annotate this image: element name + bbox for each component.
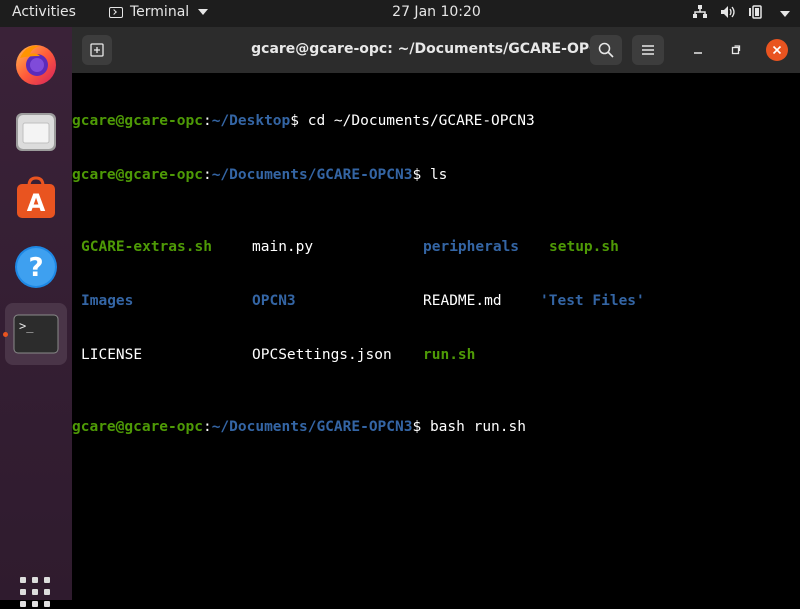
dock-item-firefox[interactable]	[9, 37, 63, 91]
close-icon	[772, 45, 782, 55]
directory-entry: OPCN3	[252, 293, 296, 309]
dock-item-help[interactable]: ?	[9, 240, 63, 294]
hamburger-icon	[642, 45, 654, 55]
file-entry: main.py	[252, 239, 314, 255]
file-entry: LICENSE	[81, 347, 143, 363]
prompt-separator: :	[202, 419, 212, 435]
directory-entry: peripherals	[423, 239, 520, 255]
prompt-line: gcare@gcare-opc:~/Desktop$ cd ~/Document…	[72, 112, 800, 130]
search-button[interactable]	[590, 35, 622, 65]
prompt-symbol: $	[290, 113, 308, 129]
prompt-user: gcare@gcare-opc	[72, 167, 203, 183]
prompt-line: gcare@gcare-opc:~/Documents/GCARE-OPCN3$…	[72, 166, 800, 184]
prompt-user: gcare@gcare-opc	[72, 419, 203, 435]
ls-output-row: LICENSE OPCSettings.json run.sh	[72, 346, 800, 364]
volume-icon	[720, 5, 736, 23]
prompt-path: ~/Documents/GCARE-OPCN3	[211, 419, 413, 435]
ls-output-row: GCARE-extras.sh main.py peripherals setup.s…	[72, 238, 800, 256]
file-entry: run.sh	[423, 347, 476, 363]
terminal-window[interactable]: gcare@gcare-opc: ~/Documents/GCARE-OPCN3…	[72, 27, 800, 600]
directory-entry: Images	[81, 293, 134, 309]
firefox-icon	[16, 45, 56, 85]
svg-text:?: ?	[28, 253, 43, 283]
dock: A ? >_	[0, 27, 72, 607]
command-text: ls	[429, 167, 448, 183]
minimize-button[interactable]	[682, 35, 714, 65]
clock[interactable]: 27 Jan 10:20	[0, 4, 800, 20]
battery-icon	[748, 5, 766, 23]
ls-output-row: Images OPCN3 README.md 'Test Files'	[72, 292, 800, 310]
svg-text:A: A	[27, 189, 46, 217]
show-applications-icon[interactable]	[20, 577, 52, 609]
menu-button[interactable]	[632, 35, 664, 65]
file-entry: OPCSettings.json	[252, 347, 392, 363]
search-icon	[598, 42, 614, 58]
prompt-separator: :	[202, 113, 212, 129]
svg-text:>_: >_	[19, 319, 34, 333]
prompt-line: gcare@gcare-opc:~/Documents/GCARE-OPCN3$…	[72, 418, 800, 436]
running-indicator	[3, 332, 8, 337]
network-icon	[692, 5, 708, 23]
dock-item-ubuntu-software[interactable]: A	[9, 172, 63, 226]
top-bar: Activities Terminal 27 Jan 10:20	[0, 0, 800, 27]
prompt-symbol: $	[412, 167, 430, 183]
prompt-symbol: $	[412, 419, 430, 435]
file-entry: README.md	[423, 293, 502, 309]
files-icon	[16, 113, 56, 151]
command-text: cd ~/Documents/GCARE-OPCN3	[307, 113, 535, 129]
maximize-button[interactable]	[720, 35, 752, 65]
prompt-path: ~/Desktop	[211, 113, 291, 129]
dock-item-terminal[interactable]: >_	[5, 303, 67, 365]
close-button[interactable]	[766, 39, 788, 61]
terminal-icon: >_	[13, 314, 59, 354]
prompt-separator: :	[202, 167, 212, 183]
help-icon: ?	[15, 246, 57, 288]
system-tray[interactable]	[692, 5, 790, 23]
prompt-user: gcare@gcare-opc	[72, 113, 203, 129]
directory-entry: 'Test Files'	[540, 293, 645, 309]
title-bar[interactable]: gcare@gcare-opc: ~/Documents/GCARE-OPCN3	[72, 27, 800, 73]
software-store-icon: A	[17, 176, 55, 218]
minimize-icon	[694, 52, 702, 54]
terminal-output[interactable]: gcare@gcare-opc:~/Desktop$ cd ~/Document…	[72, 76, 800, 472]
chevron-down-icon	[780, 11, 790, 17]
file-entry: setup.sh	[549, 239, 619, 255]
command-text: bash run.sh	[429, 419, 526, 435]
dock-item-files[interactable]	[9, 105, 63, 159]
file-entry: GCARE-extras.sh	[81, 239, 212, 255]
restore-icon	[731, 45, 741, 55]
prompt-path: ~/Documents/GCARE-OPCN3	[211, 167, 413, 183]
